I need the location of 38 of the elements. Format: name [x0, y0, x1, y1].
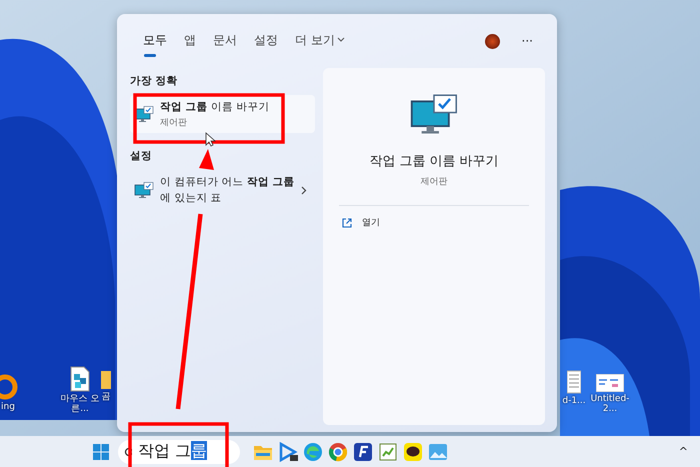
desktop-icon-label: 곰 — [102, 392, 110, 402]
avatar[interactable] — [484, 34, 500, 48]
filter-tab[interactable]: 더 보기 — [295, 28, 354, 54]
filter-tab[interactable]: 문서 — [213, 28, 246, 54]
search-result[interactable]: 이 컴퓨터가 어느 작업 그룹에 있는지 표 — [130, 170, 315, 211]
result-subtitle: 제어판 — [160, 116, 188, 129]
desktop-icon[interactable] — [596, 374, 624, 392]
desktop-icon-label: 마우스 오른... — [60, 394, 100, 415]
desktop-icon-label: ing — [1, 402, 15, 412]
desktop-icon[interactable] — [68, 366, 92, 392]
result-title: 이 컴퓨터가 어느 작업 그룹에 있는지 표 — [160, 175, 295, 206]
filter-tab[interactable]: 모두 — [143, 28, 176, 54]
more-button[interactable]: ··· — [516, 33, 539, 49]
open-action[interactable]: 열기 — [342, 216, 380, 229]
result-title: 작업 그룹 이름 바꾸기 — [160, 100, 270, 116]
app-icon[interactable] — [278, 442, 298, 462]
monitor-icon — [409, 94, 459, 136]
preview-title: 작업 그룹 이름 바꾸기 — [369, 153, 499, 170]
app-icon[interactable] — [352, 442, 372, 462]
app-icon[interactable] — [402, 442, 422, 462]
desktop-icon[interactable] — [101, 368, 111, 390]
tray-chevron[interactable]: ^ — [672, 444, 694, 459]
desktop-icon[interactable] — [567, 370, 581, 394]
desktop-icon[interactable] — [0, 374, 19, 400]
desktop-icon-label: Untitled-2... — [590, 394, 630, 415]
preview-subtitle: 제어판 — [420, 176, 448, 188]
desktop-icon-label: d-1... — [562, 396, 586, 406]
filter-tab[interactable]: 앱 — [184, 28, 205, 54]
section-heading: 설정 — [130, 149, 153, 163]
monitor-icon — [134, 182, 154, 199]
search-field[interactable]: 작업 그룹 — [118, 440, 240, 464]
windows-logo-icon[interactable] — [93, 444, 109, 460]
search-result[interactable]: 작업 그룹 이름 바꾸기 제어판 — [130, 95, 315, 133]
filter-tab[interactable]: 설정 — [254, 28, 287, 54]
open-external-icon — [342, 218, 352, 228]
cursor-icon — [206, 132, 216, 147]
monitor-icon — [134, 106, 154, 122]
section-heading: 가장 정확 — [130, 74, 179, 88]
